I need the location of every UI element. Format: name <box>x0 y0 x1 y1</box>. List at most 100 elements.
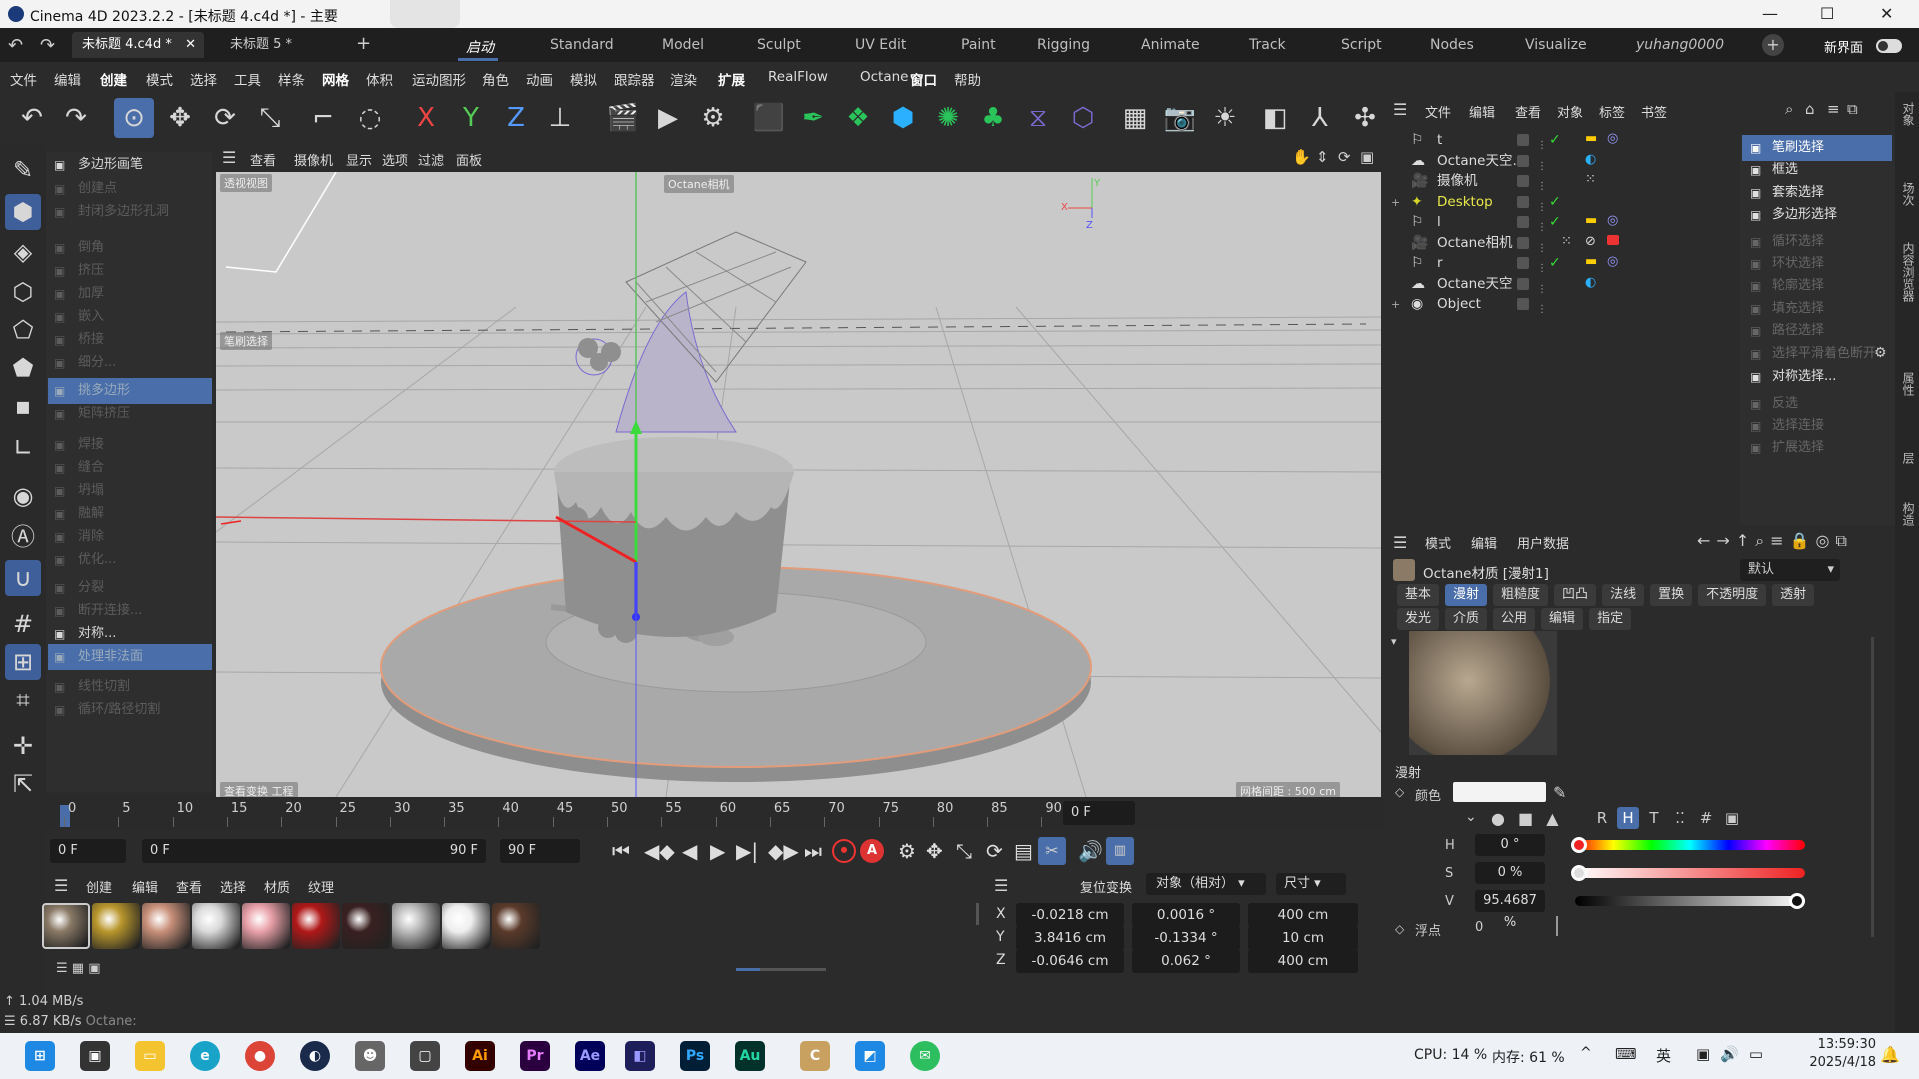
cloner-icon[interactable]: ♣ <box>973 98 1013 138</box>
keyframe-diamond-icon[interactable]: ◇ <box>1395 785 1404 799</box>
ime-lang[interactable]: 英 <box>1656 1045 1671 1066</box>
attr-tab-7[interactable]: 透射 <box>1772 584 1815 606</box>
timeline-view-icon[interactable]: ▥ <box>1106 837 1134 865</box>
coord-size-1[interactable]: 10 cm <box>1248 926 1358 950</box>
rotate-icon[interactable]: ⟳ <box>205 98 245 138</box>
float-slider[interactable] <box>1556 916 1558 936</box>
app-tv-icon[interactable]: ▢ <box>410 1041 440 1071</box>
play-clapper-icon[interactable]: ▶ <box>648 98 688 138</box>
magnet-icon[interactable]: ∪ <box>5 560 41 596</box>
attr-tab2-4[interactable]: 指定 <box>1589 608 1632 630</box>
object-tag-icon[interactable]: ◐ <box>1585 275 1596 290</box>
edit-tag-icon[interactable] <box>1517 134 1529 146</box>
start-button[interactable]: ⊞ <box>25 1041 55 1071</box>
menu-17[interactable]: Octane <box>860 69 908 85</box>
axis-mode-icon[interactable]: ∟ <box>5 430 41 466</box>
material-swatch-1[interactable] <box>92 903 140 949</box>
edge-mode-icon[interactable]: ⬠ <box>5 312 41 348</box>
live-select-icon[interactable]: ⊙ <box>114 98 154 138</box>
new-window-icon[interactable]: ⧉ <box>1847 100 1858 118</box>
layout-tab-5[interactable]: Paint <box>961 37 996 53</box>
selection-item-10[interactable]: ▣ 对称选择... <box>1742 364 1892 390</box>
color-chevron-icon[interactable]: ⌄ <box>1465 809 1477 825</box>
menu-5[interactable]: 工具 <box>234 69 261 89</box>
attr-tab-3[interactable]: 凹凸 <box>1554 584 1597 606</box>
attr-menu-2[interactable]: 用户数据 <box>1517 533 1569 552</box>
swatch-size-slider[interactable] <box>736 968 826 971</box>
object-tag-icon[interactable]: ⊘ <box>1585 234 1596 249</box>
adobe-app-icon-2[interactable]: Ae <box>575 1041 605 1071</box>
undo-icon[interactable]: ↶ <box>12 98 52 138</box>
menu-8[interactable]: 体积 <box>366 69 393 89</box>
material-menu-3[interactable]: 选择 <box>220 877 246 896</box>
layout-tab-3[interactable]: Sculpt <box>757 37 801 53</box>
tray-icons[interactable]: ▣🔊▭ <box>1696 1045 1773 1063</box>
key-pla-icon[interactable]: ✂ <box>1038 837 1066 865</box>
coord-pos-0[interactable]: -0.0218 cm <box>1016 903 1124 927</box>
right-tab-1[interactable]: 场次 <box>1897 182 1917 206</box>
tray-expand-icon[interactable]: ^ <box>1580 1045 1592 1061</box>
edit-tag-icon[interactable] <box>1517 236 1529 249</box>
right-tab-3[interactable]: 属性 <box>1897 372 1917 396</box>
pan-icon[interactable]: ✋ <box>1292 148 1311 166</box>
value-slider[interactable] <box>1575 893 1805 909</box>
go-to-start-button[interactable]: ⏮ <box>612 839 630 863</box>
next-key-button[interactable]: ◆▶ <box>768 839 799 863</box>
material-menu-0[interactable]: 创建 <box>86 877 112 896</box>
cube-icon[interactable]: ⬛ <box>749 98 789 138</box>
sound-icon[interactable]: 🔊 <box>1078 839 1103 863</box>
layout-tab-11[interactable]: Visualize <box>1525 37 1587 53</box>
object-menu-0[interactable]: 文件 <box>1425 102 1451 121</box>
file-explorer-icon[interactable]: ▭ <box>135 1041 165 1071</box>
orbit-icon[interactable]: ⟳ <box>1338 148 1351 166</box>
menu-19[interactable]: 帮助 <box>954 69 981 89</box>
visibility-dots-icon[interactable]: ⋮ <box>1537 297 1547 322</box>
viewport-menu-5[interactable]: 面板 <box>456 150 482 169</box>
boolean-icon[interactable]: ◧ <box>1255 98 1295 138</box>
dolly-icon[interactable]: ⇕ <box>1316 148 1329 166</box>
clapper-icon[interactable]: 🎬 <box>603 98 643 138</box>
layout-tab-10[interactable]: Nodes <box>1430 37 1474 53</box>
object-tag-icon[interactable]: ◎ <box>1607 131 1618 146</box>
material-menu-5[interactable]: 纹理 <box>308 877 334 896</box>
size-mode-select[interactable]: 尺寸 ▾ <box>1276 873 1346 895</box>
extrude-cube-icon[interactable]: ⬢ <box>883 98 923 138</box>
h-field[interactable]: 0 ° <box>1475 834 1545 856</box>
edit-tag-icon[interactable] <box>1517 277 1529 290</box>
grid-icon[interactable]: ▦ <box>1115 98 1155 138</box>
key-param-icon[interactable]: ▤ <box>1014 839 1033 863</box>
tab-doc-4[interactable]: 未标题 4.c4d * ✕ <box>72 32 204 58</box>
autokey-button[interactable]: A <box>860 839 884 863</box>
tool-item-16[interactable]: ▣ 优化... <box>48 547 212 573</box>
key-position-icon[interactable]: ✥ <box>926 839 943 863</box>
snap-grid-icon[interactable]: # <box>5 606 41 642</box>
maximize-button[interactable]: ☐ <box>1820 4 1834 23</box>
add-doc-icon[interactable]: + <box>356 33 371 54</box>
edit-tag-icon[interactable] <box>1517 195 1529 208</box>
move-icon[interactable]: ✥ <box>160 98 200 138</box>
attr-menu-1[interactable]: 编辑 <box>1471 533 1497 552</box>
keyframe-settings-icon[interactable]: ⚙ <box>898 839 916 863</box>
play-button[interactable]: ▶ <box>710 839 725 863</box>
record-button[interactable]: ⏺ <box>832 839 856 863</box>
subdivision-icon[interactable]: ❖ <box>838 98 878 138</box>
coord-size-0[interactable]: 400 cm <box>1248 903 1358 927</box>
camera-icon[interactable]: 📷 <box>1160 98 1200 138</box>
attr-menu-0[interactable]: 模式 <box>1425 533 1451 552</box>
effector-icon[interactable]: ✣ <box>1345 98 1385 138</box>
menu-6[interactable]: 样条 <box>278 69 305 89</box>
tool-item-8[interactable]: ▣ 细分... <box>48 350 212 376</box>
right-tab-5[interactable]: 构造 <box>1897 502 1917 526</box>
edit-tag-icon[interactable] <box>1517 175 1529 187</box>
menu-15[interactable]: 扩展 <box>718 69 745 89</box>
render-settings-icon[interactable]: ⚙ <box>693 98 733 138</box>
coord-size-2[interactable]: 400 cm <box>1248 949 1358 973</box>
object-tag-icon[interactable]: ◐ <box>1585 152 1596 167</box>
float-value[interactable]: 0 <box>1475 920 1483 935</box>
preview-range-slider[interactable]: 0 F 90 F <box>142 839 486 863</box>
close-window-button[interactable]: ✕ <box>1880 4 1893 23</box>
right-tab-4[interactable]: 层 <box>1897 452 1917 464</box>
edit-tag-icon[interactable] <box>1517 216 1529 228</box>
locked-workplane-icon[interactable]: ✛ <box>5 728 41 764</box>
edge-icon[interactable]: e <box>190 1041 220 1071</box>
